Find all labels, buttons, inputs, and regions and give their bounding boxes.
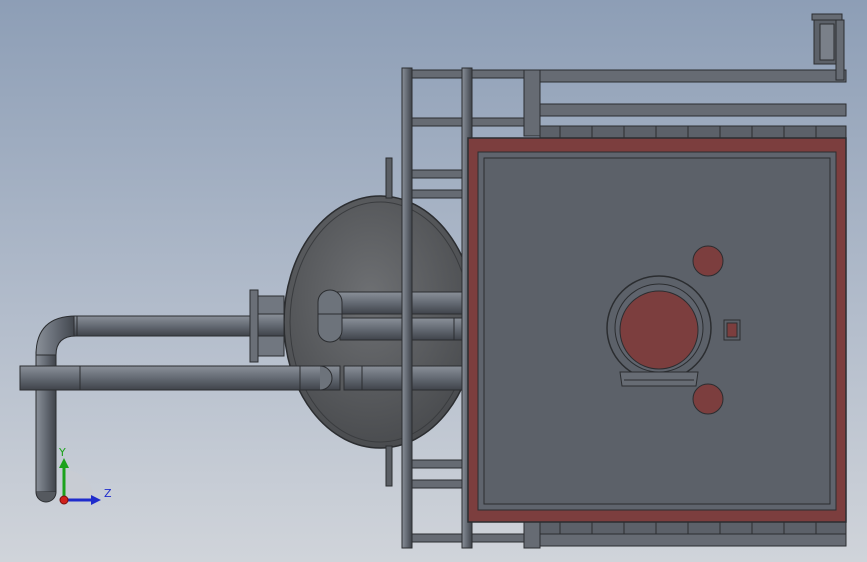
cad-model[interactable]: Y Z — [0, 0, 867, 562]
y-axis-label: Y — [58, 446, 66, 459]
z-axis-label: Z — [104, 487, 112, 500]
graphics-viewport[interactable]: Y Z — [0, 0, 867, 562]
coordinate-triad-icon: Y Z — [58, 446, 112, 505]
